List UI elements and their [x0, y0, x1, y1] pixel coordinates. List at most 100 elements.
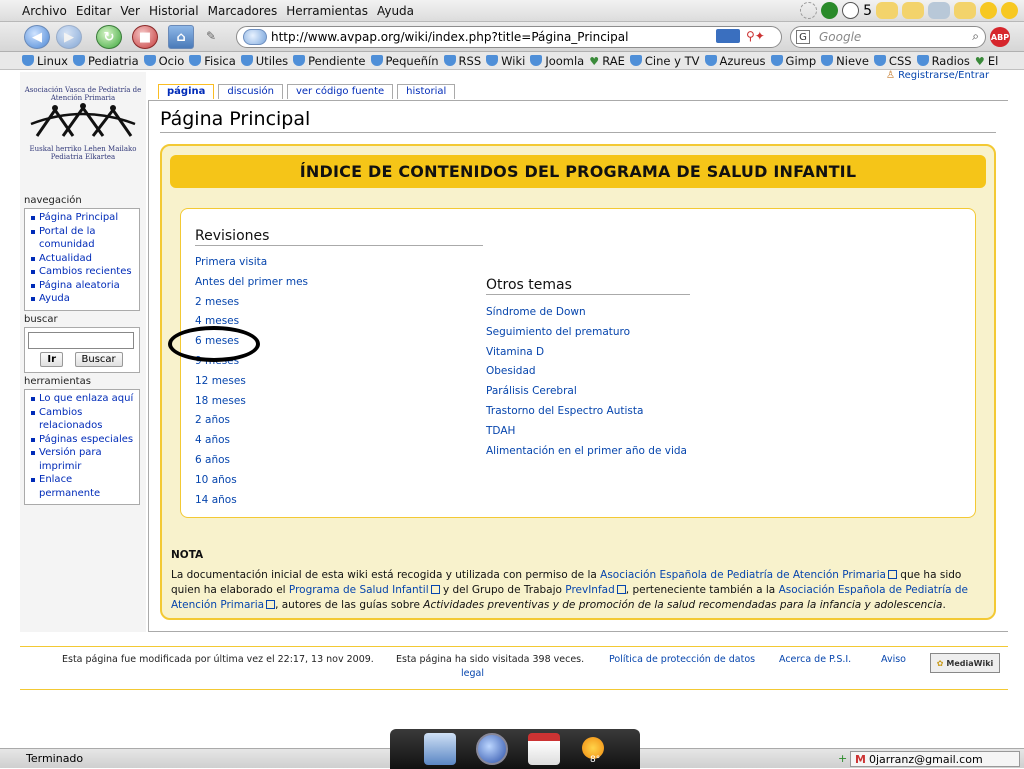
tab-ver-codigo[interactable]: ver código fuente: [286, 84, 394, 99]
rev-link-14-anos[interactable]: 14 años: [195, 491, 308, 511]
search-magnifier-icon[interactable]: ⌕: [972, 29, 979, 44]
forward-arrow-icon[interactable]: ▶: [56, 25, 82, 49]
otros-link-sindrome-down[interactable]: Síndrome de Down: [486, 303, 687, 323]
rev-link-2-meses[interactable]: 2 meses: [195, 293, 308, 313]
search-engine-box[interactable]: G Google ⌕: [790, 26, 986, 48]
bookmark-azureus[interactable]: Azureus: [704, 54, 766, 68]
bookmark-linux[interactable]: Linux: [22, 54, 68, 68]
tools-item-paginas-especiales[interactable]: Páginas especiales: [31, 433, 135, 447]
adblock-icon[interactable]: ABP: [990, 27, 1010, 47]
back-arrow-icon[interactable]: ◀: [24, 25, 50, 49]
otros-link-prematuro[interactable]: Seguimiento del prematuro: [486, 323, 687, 343]
bookmark-el[interactable]: ♥ El: [975, 54, 998, 68]
otros-link-tdah[interactable]: TDAH: [486, 422, 687, 442]
otros-link-paralisis[interactable]: Parálisis Cerebral: [486, 382, 687, 402]
tools-item-enlace-permanente[interactable]: Enlace permanente: [31, 473, 135, 500]
otros-link-autismo[interactable]: Trastorno del Espectro Autista: [486, 402, 687, 422]
site-logo[interactable]: Asociación Vasca de Pediatría de Atenció…: [24, 86, 142, 166]
desktop-folder-icon[interactable]: [424, 733, 456, 765]
bookmark-pediatria[interactable]: Pediatria: [73, 54, 139, 68]
bookmark-rss[interactable]: RSS: [443, 54, 481, 68]
weather-sun-icon-2[interactable]: [1001, 2, 1018, 19]
footer-about-link[interactable]: Acerca de P.S.I.: [779, 654, 851, 665]
menu-editar[interactable]: Editar: [76, 4, 112, 18]
tools-item-cambios-relacionados[interactable]: Cambios relacionados: [31, 406, 113, 433]
rev-link-6-anos[interactable]: 6 años: [195, 451, 308, 471]
tab-pagina[interactable]: página: [158, 84, 215, 99]
bookmark-css[interactable]: CSS: [873, 54, 912, 68]
weather-sun-icon[interactable]: [980, 2, 997, 19]
rev-link-18-meses[interactable]: 18 meses: [195, 392, 308, 412]
bookmark-star-icon[interactable]: ✎: [206, 29, 218, 43]
rev-link-antes-primer-mes[interactable]: Antes del primer mes: [195, 273, 308, 293]
bookmark-gimp[interactable]: Gimp: [770, 54, 816, 68]
bookmark-nieve[interactable]: Nieve: [821, 54, 869, 68]
bookmark-pequenin[interactable]: Pequeñín: [370, 54, 439, 68]
bookmark-fisica[interactable]: Fisica: [189, 54, 236, 68]
mediawiki-badge[interactable]: ✿ MediaWiki: [930, 653, 1000, 673]
otros-link-alimentacion[interactable]: Alimentación en el primer año de vida: [486, 442, 687, 462]
rev-link-10-anos[interactable]: 10 años: [195, 471, 308, 491]
bookmark-cine-tv[interactable]: Cine y TV: [629, 54, 700, 68]
rev-link-primera-visita[interactable]: Primera visita: [195, 253, 308, 273]
otros-link-vitamina-d[interactable]: Vitamina D: [486, 343, 687, 363]
link-programa-salud[interactable]: Programa de Salud Infantil: [289, 584, 429, 596]
calendar-icon[interactable]: [528, 733, 560, 765]
link-previnfad[interactable]: PrevInfad: [565, 584, 614, 596]
folder-icon: [370, 55, 383, 66]
rev-link-12-meses[interactable]: 12 meses: [195, 372, 308, 392]
footer-legal-link[interactable]: legal: [461, 668, 484, 679]
reload-icon[interactable]: ↻: [96, 25, 122, 49]
weather-rain-icon[interactable]: [928, 2, 950, 19]
menu-herramientas[interactable]: Herramientas: [286, 4, 368, 18]
link-aepap-1[interactable]: Asociación Española de Pediatría de Aten…: [600, 569, 886, 581]
weather-cloud-icon[interactable]: [876, 2, 898, 19]
menu-ayuda[interactable]: Ayuda: [377, 4, 414, 18]
extension-icons[interactable]: ⚲✦: [746, 29, 774, 43]
gmail-notifier[interactable]: M 0jarranz@gmail.com: [850, 751, 1020, 767]
rev-link-4-anos[interactable]: 4 años: [195, 431, 308, 451]
url-bar[interactable]: http://www.avpap.org/wiki/index.php?titl…: [236, 26, 782, 48]
menu-historial[interactable]: Historial: [149, 4, 199, 18]
tab-discusion[interactable]: discusión: [218, 84, 283, 99]
firefox-globe-icon[interactable]: [476, 733, 508, 765]
nav-item-cambios-recientes[interactable]: Cambios recientes: [31, 265, 135, 279]
nav-item-portal[interactable]: Portal de la comunidad: [31, 225, 135, 252]
bookmark-ocio[interactable]: Ocio: [143, 54, 184, 68]
menu-ver[interactable]: Ver: [120, 4, 140, 18]
tab-historial[interactable]: historial: [397, 84, 456, 99]
rss-feed-icon[interactable]: [716, 29, 740, 43]
add-icon[interactable]: +: [838, 752, 847, 765]
menu-marcadores[interactable]: Marcadores: [208, 4, 278, 18]
clock-icon[interactable]: [842, 2, 860, 19]
tools-item-version-imprimir[interactable]: Versión para imprimir: [31, 446, 113, 473]
login-link[interactable]: ♙ Registrarse/Entrar: [886, 70, 989, 81]
footer-disclaimer-link[interactable]: Aviso: [881, 654, 906, 665]
nav-item-ayuda[interactable]: Ayuda: [31, 292, 135, 306]
google-icon[interactable]: G: [796, 30, 810, 44]
bookmark-wiki[interactable]: Wiki: [486, 54, 525, 68]
search-button[interactable]: Buscar: [74, 352, 123, 367]
bookmark-pendiente[interactable]: Pendiente: [293, 54, 366, 68]
wiki-search-input[interactable]: [28, 332, 134, 349]
stop-icon[interactable]: ■: [132, 25, 158, 49]
site-globe-icon[interactable]: [243, 29, 267, 45]
otros-link-obesidad[interactable]: Obesidad: [486, 362, 687, 382]
footer-privacy-link[interactable]: Política de protección de datos: [609, 654, 755, 665]
bookmark-utiles[interactable]: Utiles: [240, 54, 288, 68]
weather-sun-cloud-icon[interactable]: [954, 2, 976, 19]
tools-item-lo-que-enlaza[interactable]: Lo que enlaza aquí: [31, 392, 135, 406]
go-button[interactable]: Ir: [40, 352, 63, 367]
home-icon[interactable]: ⌂: [168, 25, 194, 49]
nav-item-pagina-principal[interactable]: Página Principal: [31, 211, 135, 225]
bookmark-rae[interactable]: ♥ RAE: [589, 54, 625, 68]
green-status-icon[interactable]: [821, 2, 839, 19]
bookmark-radios[interactable]: Radios: [916, 54, 970, 68]
bookmark-joomla[interactable]: Joomla: [530, 54, 584, 68]
status-text: Terminado: [26, 752, 84, 765]
weather-cloud-icon-2[interactable]: [902, 2, 924, 19]
nav-item-actualidad[interactable]: Actualidad: [31, 252, 135, 266]
nav-item-pagina-aleatoria[interactable]: Página aleatoria: [31, 279, 135, 293]
rev-link-2-anos[interactable]: 2 años: [195, 411, 308, 431]
menu-archivo[interactable]: Archivo: [22, 4, 67, 18]
